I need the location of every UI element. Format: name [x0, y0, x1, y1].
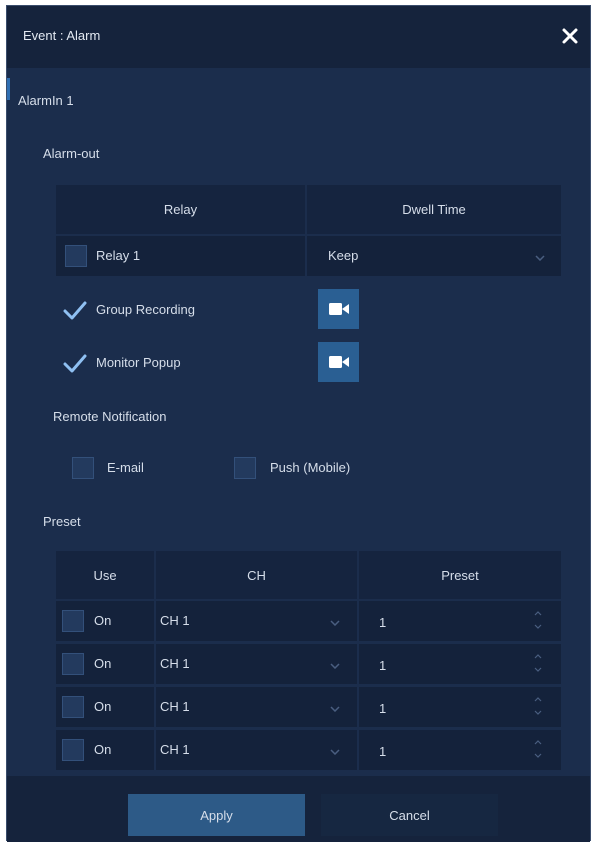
- preset-use-checkbox[interactable]: [62, 739, 84, 761]
- spinner-arrows-icon[interactable]: [533, 608, 543, 632]
- relay-1-label: Relay 1: [96, 248, 141, 263]
- push-mobile-label: Push (Mobile): [270, 460, 351, 475]
- preset-heading: Preset: [43, 514, 81, 529]
- email-label: E-mail: [107, 460, 144, 475]
- relay-1-checkbox[interactable]: [65, 245, 87, 267]
- preset-value: 1: [379, 701, 387, 716]
- email-checkbox[interactable]: [72, 457, 94, 479]
- spinner-arrows-icon[interactable]: [533, 651, 543, 675]
- spinner-arrows-icon[interactable]: [533, 694, 543, 718]
- chevron-down-icon: [330, 706, 340, 712]
- monitor-popup-checkbox[interactable]: [63, 353, 87, 375]
- push-mobile-checkbox[interactable]: [234, 457, 256, 479]
- use-on-label: On: [94, 742, 112, 757]
- relay-column-label: Relay: [163, 202, 198, 217]
- group-recording-label: Group Recording: [96, 302, 195, 317]
- ch-value: CH 1: [160, 613, 190, 628]
- section-title: AlarmIn 1: [18, 93, 74, 108]
- ch-column-header: CH: [156, 551, 357, 599]
- chevron-down-icon: [330, 663, 340, 669]
- dwell-time-column-header: Dwell Time: [307, 185, 561, 234]
- use-column-header: Use: [56, 551, 154, 599]
- ch-value: CH 1: [160, 742, 190, 757]
- chevron-down-icon: [330, 749, 340, 755]
- monitor-popup-camera-button[interactable]: [318, 342, 359, 382]
- preset-use-checkbox[interactable]: [62, 696, 84, 718]
- check-icon: [63, 301, 87, 320]
- spinner-arrows-icon[interactable]: [533, 737, 543, 761]
- use-on-label: On: [94, 656, 112, 671]
- camera-icon: [328, 356, 349, 368]
- preset-use-checkbox[interactable]: [62, 653, 84, 675]
- apply-button[interactable]: Apply: [128, 794, 305, 836]
- chevron-down-icon: [535, 255, 545, 261]
- apply-button-label: Apply: [200, 807, 233, 823]
- camera-icon: [328, 303, 349, 315]
- monitor-popup-label: Monitor Popup: [96, 355, 181, 370]
- preset-value: 1: [379, 744, 387, 759]
- alarm-out-heading: Alarm-out: [43, 146, 100, 161]
- preset-stepper[interactable]: [359, 601, 561, 641]
- preset-use-checkbox[interactable]: [62, 610, 84, 632]
- chevron-down-icon: [330, 620, 340, 626]
- dialog-title: Event : Alarm: [23, 28, 101, 43]
- check-icon: [63, 354, 87, 373]
- ch-value: CH 1: [160, 656, 190, 671]
- ch-column-label: CH: [247, 567, 266, 583]
- close-icon[interactable]: [558, 24, 582, 48]
- preset-value: 1: [379, 615, 387, 630]
- event-alarm-dialog: Event : Alarm AlarmIn 1 Alarm-out Relay …: [6, 5, 591, 842]
- preset-value: 1: [379, 658, 387, 673]
- use-on-label: On: [94, 699, 112, 714]
- preset-stepper[interactable]: [359, 644, 561, 684]
- preset-column-header: Preset: [359, 551, 561, 599]
- relay-column-header: Relay: [56, 185, 305, 234]
- use-on-label: On: [94, 613, 112, 628]
- group-recording-checkbox[interactable]: [63, 300, 87, 322]
- dwell-time-column-label: Dwell Time: [402, 202, 466, 217]
- title-bar: Event : Alarm: [7, 6, 590, 68]
- preset-stepper[interactable]: [359, 730, 561, 770]
- relay-row: [56, 236, 305, 276]
- remote-notification-heading: Remote Notification: [53, 409, 167, 424]
- section-accent-bar: [7, 78, 10, 100]
- cancel-button[interactable]: Cancel: [321, 794, 498, 836]
- cancel-button-label: Cancel: [389, 807, 430, 823]
- group-recording-camera-button[interactable]: [318, 289, 359, 329]
- preset-stepper[interactable]: [359, 687, 561, 727]
- use-column-label: Use: [93, 567, 117, 583]
- dwell-time-value: Keep: [328, 248, 359, 263]
- ch-value: CH 1: [160, 699, 190, 714]
- preset-column-label: Preset: [441, 567, 479, 583]
